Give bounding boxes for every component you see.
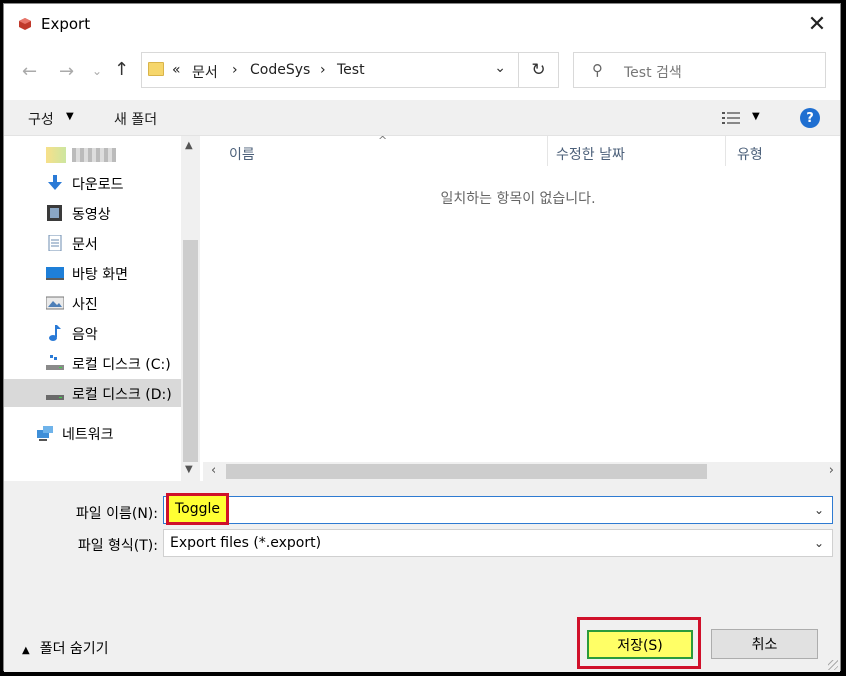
sidebar-item-network[interactable]: 네트워크 bbox=[4, 419, 181, 447]
hide-folders-button[interactable]: ▲ 폴더 숨기기 bbox=[22, 638, 109, 658]
resize-grip[interactable] bbox=[828, 660, 838, 670]
sidebar-item-music[interactable]: 음악 bbox=[4, 319, 181, 347]
empty-message: 일치하는 항목이 없습니다. bbox=[440, 191, 596, 207]
drive-icon bbox=[46, 395, 64, 400]
horizontal-scrollbar[interactable]: ‹ › bbox=[203, 462, 840, 481]
sidebar-item-drive-c[interactable]: 로컬 디스크 (C:) bbox=[4, 349, 181, 377]
sidebar-item-quick-access[interactable] bbox=[4, 141, 181, 169]
organize-button[interactable]: 구성 bbox=[28, 109, 54, 129]
filetype-select[interactable]: Export files (*.export) ⌄ bbox=[163, 529, 833, 557]
title-bar: Export ✕ bbox=[4, 4, 840, 44]
sidebar-item-label: 사진 bbox=[72, 297, 98, 313]
breadcrumb-test[interactable]: Test bbox=[337, 62, 365, 78]
picture-icon bbox=[46, 296, 64, 310]
forward-icon[interactable]: → bbox=[59, 61, 74, 82]
sidebar-item-label: 로컬 디스크 (C:) bbox=[72, 357, 171, 373]
hide-folders-label: 폴더 숨기기 bbox=[39, 641, 109, 657]
filename-label: 파일 이름(N): bbox=[75, 506, 158, 522]
save-highlight-frame: 저장(S) bbox=[577, 617, 701, 669]
folder-icon bbox=[148, 62, 164, 76]
navigation-pane: 다운로드 동영상 문서 바탕 화면 사진 음악 로컬 디스크 (C:) 로컬 디… bbox=[4, 136, 200, 481]
chevron-right-icon: › bbox=[232, 62, 238, 78]
drive-icon bbox=[46, 355, 64, 370]
sidebar-item-label: 로컬 디스크 (D:) bbox=[72, 387, 172, 403]
scrollbar-thumb[interactable] bbox=[226, 464, 707, 479]
search-icon: ⚲ bbox=[592, 61, 603, 79]
column-header-type[interactable]: 유형 bbox=[737, 144, 763, 164]
address-bar[interactable]: « 문서 › CodeSys › Test ⌄ bbox=[141, 52, 519, 88]
search-placeholder[interactable]: Test 검색 bbox=[624, 62, 682, 82]
up-icon[interactable]: ↑ bbox=[114, 59, 129, 80]
sidebar-item-label: 동영상 bbox=[72, 207, 111, 223]
back-icon[interactable]: ← bbox=[22, 61, 37, 82]
recent-locations-icon[interactable]: ⌄ bbox=[92, 64, 102, 78]
caret-up-icon: ▲ bbox=[22, 645, 30, 656]
document-icon bbox=[48, 235, 62, 251]
video-icon bbox=[47, 205, 62, 221]
close-icon[interactable]: ✕ bbox=[800, 6, 834, 42]
search-box[interactable]: ⚲ Test 검색 bbox=[573, 52, 826, 88]
filename-value[interactable]: Toggle bbox=[166, 493, 230, 525]
sidebar-item-label: 문서 bbox=[72, 237, 98, 253]
breadcrumb-codesys[interactable]: CodeSys bbox=[250, 62, 310, 78]
breadcrumb-docs[interactable]: 문서 bbox=[192, 62, 218, 82]
scroll-right-icon[interactable]: › bbox=[829, 463, 834, 478]
sort-ascending-icon: ^ bbox=[378, 134, 388, 147]
save-options-panel: 파일 이름(N): Toggle ⌄ 파일 형식(T): Export file… bbox=[4, 481, 840, 672]
navigation-scrollbar[interactable]: ▲ ▼ bbox=[181, 136, 200, 481]
download-icon bbox=[48, 175, 62, 190]
cancel-button[interactable]: 취소 bbox=[711, 629, 818, 659]
chevron-down-icon[interactable]: ⌄ bbox=[494, 60, 506, 76]
scroll-left-icon[interactable]: ‹ bbox=[211, 463, 216, 478]
scrollbar-thumb[interactable] bbox=[183, 240, 198, 462]
sidebar-item-label: 다운로드 bbox=[72, 177, 124, 193]
quick-access-icon bbox=[46, 147, 66, 163]
export-dialog: Export ✕ ← → ⌄ ↑ « 문서 › CodeSys › Test ⌄… bbox=[3, 3, 841, 672]
caret-down-icon[interactable]: ▼ bbox=[752, 111, 760, 122]
column-header-date[interactable]: 수정한 날짜 bbox=[556, 144, 625, 164]
save-button[interactable]: 저장(S) bbox=[587, 630, 693, 659]
file-list[interactable]: ^ 이름 수정한 날짜 유형 일치하는 항목이 없습니다. ‹ › bbox=[203, 134, 840, 481]
scroll-down-icon[interactable]: ▼ bbox=[185, 464, 193, 475]
app-icon bbox=[19, 18, 31, 30]
column-header-name[interactable]: 이름 bbox=[229, 144, 255, 164]
music-icon bbox=[49, 325, 61, 341]
view-options-icon[interactable] bbox=[722, 111, 740, 125]
desktop-icon bbox=[46, 267, 64, 280]
sidebar-item-downloads[interactable]: 다운로드 bbox=[4, 169, 181, 197]
new-folder-button[interactable]: 새 폴더 bbox=[114, 109, 157, 129]
column-divider[interactable] bbox=[725, 136, 726, 166]
help-icon[interactable]: ? bbox=[800, 108, 820, 128]
scroll-up-icon[interactable]: ▲ bbox=[185, 140, 193, 151]
blurred-label bbox=[72, 148, 116, 162]
column-divider[interactable] bbox=[547, 136, 548, 166]
chevron-right-icon: › bbox=[320, 62, 326, 78]
chevron-down-icon[interactable]: ⌄ bbox=[814, 503, 824, 517]
caret-down-icon[interactable]: ▼ bbox=[66, 111, 74, 122]
sidebar-item-label: 바탕 화면 bbox=[72, 267, 128, 283]
network-icon bbox=[37, 426, 53, 441]
chevron-down-icon[interactable]: ⌄ bbox=[814, 536, 824, 550]
refresh-icon[interactable]: ↻ bbox=[519, 52, 559, 88]
sidebar-item-drive-d[interactable]: 로컬 디스크 (D:) bbox=[4, 379, 181, 407]
filetype-label: 파일 형식(T): bbox=[77, 538, 158, 554]
sidebar-item-label: 네트워크 bbox=[62, 427, 114, 443]
filename-field[interactable]: Toggle ⌄ bbox=[163, 493, 833, 525]
window-title: Export bbox=[41, 15, 91, 33]
sidebar-item-pictures[interactable]: 사진 bbox=[4, 289, 181, 317]
sidebar-item-videos[interactable]: 동영상 bbox=[4, 199, 181, 227]
breadcrumb-overflow[interactable]: « bbox=[172, 62, 181, 78]
sidebar-item-label: 음악 bbox=[72, 327, 98, 343]
filetype-value: Export files (*.export) bbox=[170, 535, 322, 551]
sidebar-item-desktop[interactable]: 바탕 화면 bbox=[4, 259, 181, 287]
toolbar: 구성 ▼ 새 폴더 ▼ ? bbox=[4, 100, 840, 136]
sidebar-item-documents[interactable]: 문서 bbox=[4, 229, 181, 257]
